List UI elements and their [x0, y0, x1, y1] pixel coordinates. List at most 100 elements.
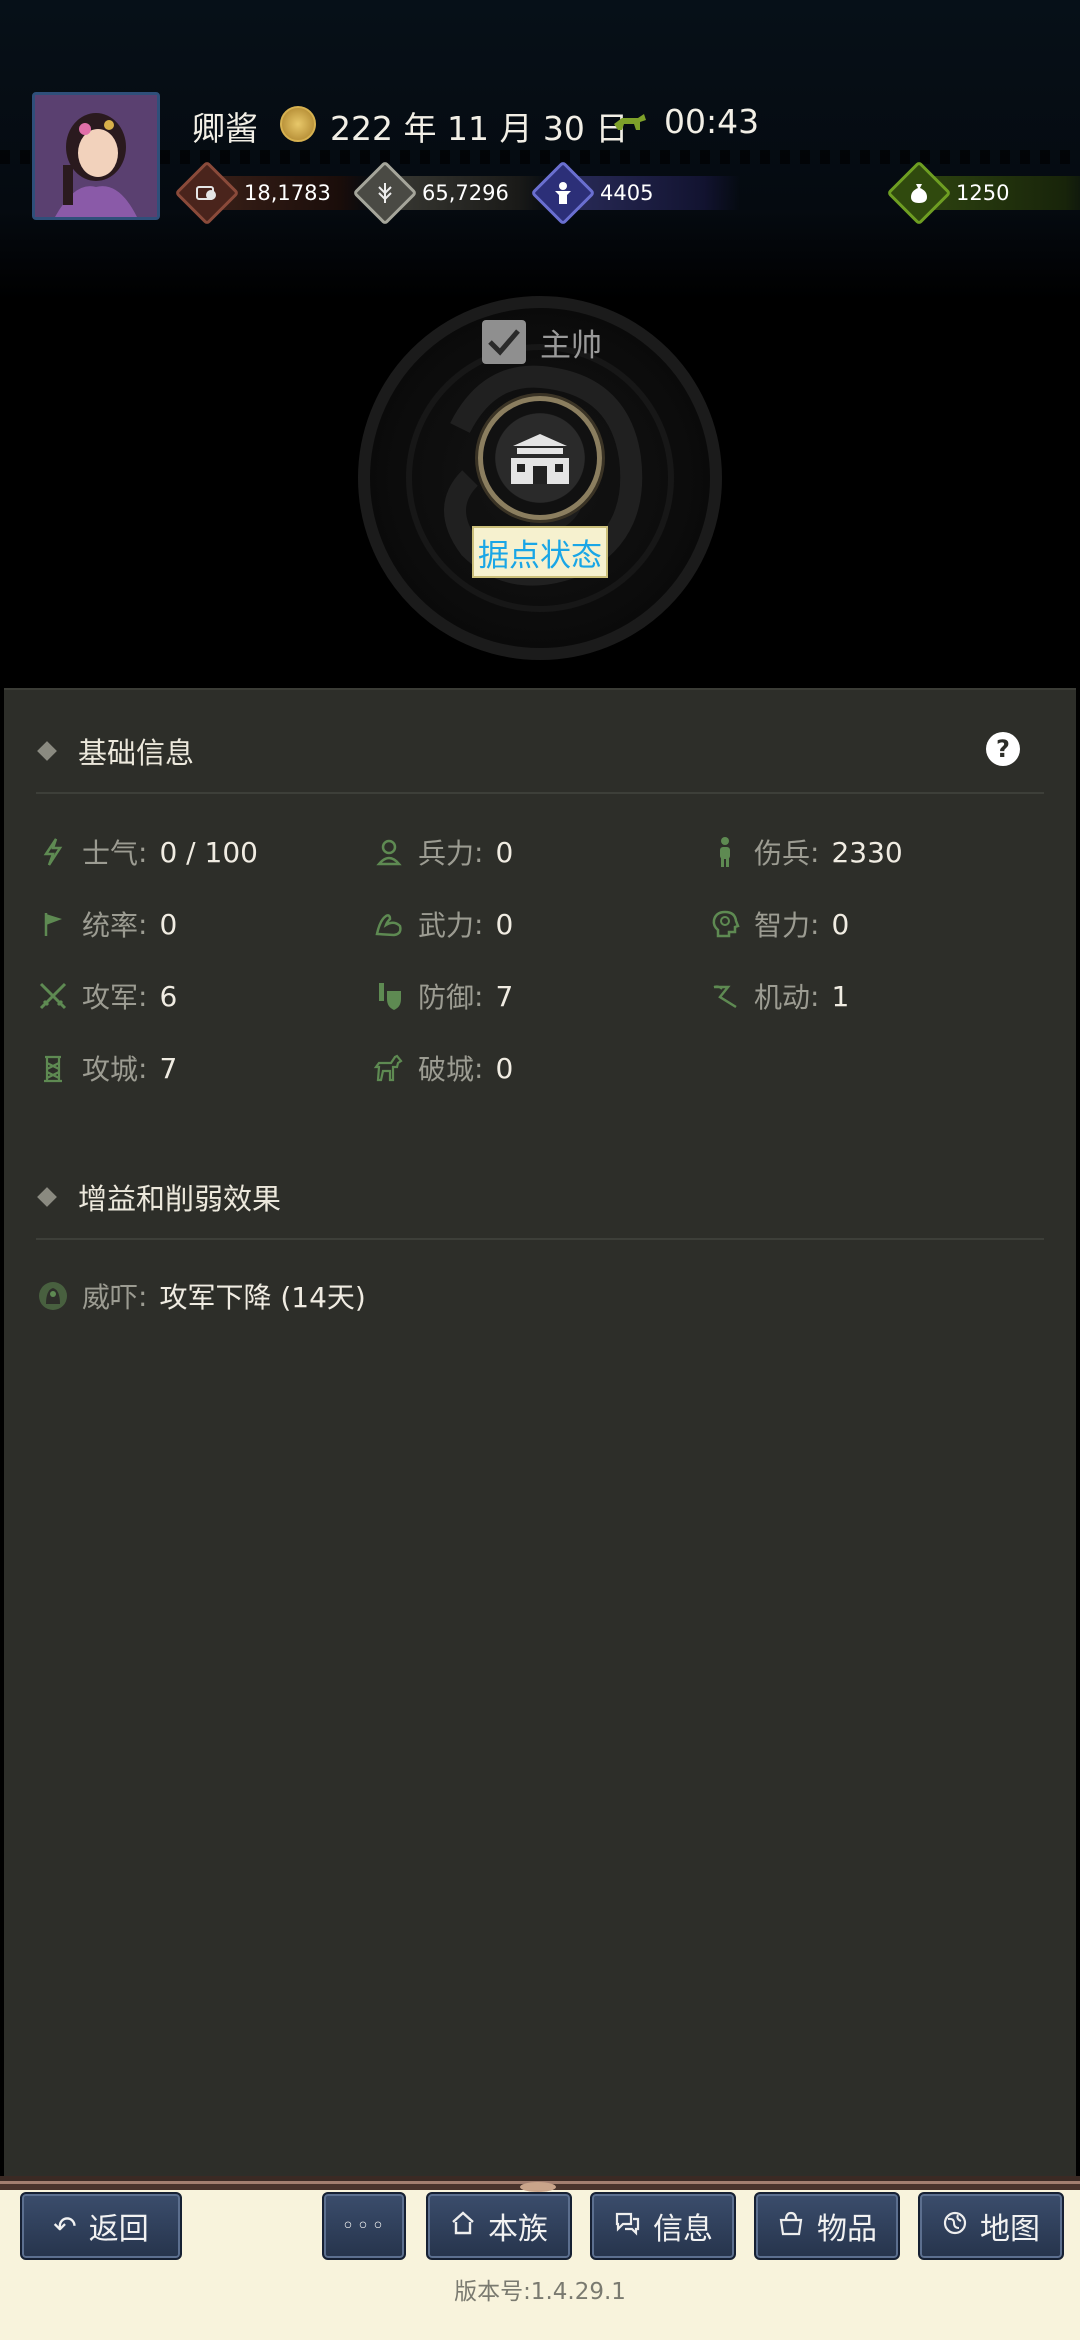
more-button[interactable]: ◦◦◦: [322, 2192, 406, 2260]
effects-title: 增益和削弱效果: [78, 1182, 282, 1216]
game-time: 00:43: [664, 102, 760, 141]
resource-gold[interactable]: 1250: [886, 160, 1080, 226]
player-avatar[interactable]: [32, 92, 160, 220]
diamond-bullet-icon: [37, 741, 57, 761]
stat-colon: :: [138, 1279, 148, 1313]
back-button[interactable]: ↶ 返回: [20, 2192, 182, 2260]
help-icon[interactable]: ?: [986, 732, 1020, 766]
stat-label: 攻军: [82, 981, 139, 1014]
crossed-swords-icon: [36, 979, 70, 1013]
version-label: 版本号:1.4.29.1: [454, 2279, 626, 2305]
stat-label: 防御: [418, 981, 475, 1014]
stat-value: 1: [831, 979, 850, 1013]
stat-morale: 士气: 0 / 100: [36, 832, 258, 872]
stat-label: 破城: [418, 1053, 475, 1086]
resource-gold-value: 1250: [956, 181, 1010, 205]
stat-value: 0: [495, 907, 514, 941]
stat-value: 2330: [831, 835, 903, 869]
clan-button-label: 本族: [488, 2212, 548, 2247]
stat-colon: :: [138, 979, 148, 1013]
stat-breach: 破城: 0: [372, 1048, 513, 1088]
basic-info-title: 基础信息: [78, 736, 195, 770]
stat-value: 6: [159, 979, 178, 1013]
effect-item[interactable]: 威吓: 攻军下降 (14天): [36, 1276, 366, 1316]
info-panel: 基础信息 ? 士气: 0 / 100 兵力: 0 伤兵: 2330 统率: 0 …: [4, 688, 1076, 2178]
command-flag-icon: [36, 907, 70, 941]
commander-checkbox[interactable]: [482, 320, 526, 364]
footer-border: [0, 2176, 1080, 2192]
resource-coins[interactable]: 18,1783: [174, 160, 374, 226]
stat-colon: :: [474, 1051, 484, 1085]
grain-icon: [358, 168, 412, 218]
back-arrow-icon: ↶: [53, 2209, 77, 2243]
resource-grain-value: 65,7296: [422, 181, 509, 205]
stat-colon: :: [810, 979, 820, 1013]
stat-mobility: 机动: 1: [708, 976, 849, 1016]
stat-label: 智力: [754, 909, 811, 942]
troops-icon: [372, 835, 406, 869]
effect-label: 威吓: [82, 1281, 139, 1314]
stat-colon: :: [810, 835, 820, 869]
stat-colon: :: [138, 907, 148, 941]
stat-value: 0: [495, 835, 514, 869]
fort-status-label[interactable]: 据点状态: [472, 526, 608, 578]
money-bag-icon: [892, 168, 946, 218]
intimidate-icon: [36, 1279, 70, 1313]
stat-siege: 攻城: 7: [36, 1048, 177, 1088]
stat-command: 统率: 0: [36, 904, 177, 944]
soldier-icon: [536, 168, 590, 218]
stat-value: 7: [495, 979, 514, 1013]
map-button[interactable]: 地图: [918, 2192, 1064, 2260]
info-button[interactable]: 信息: [590, 2192, 736, 2260]
stat-colon: :: [810, 907, 820, 941]
stat-label: 士气: [82, 837, 139, 870]
chat-bubbles-icon: [613, 2210, 641, 2243]
stat-value: 0 / 100: [159, 835, 258, 869]
section-divider: [36, 792, 1044, 794]
stat-label: 伤兵: [754, 837, 811, 870]
stat-colon: :: [474, 907, 484, 941]
horse-icon: [372, 1051, 406, 1085]
shield-icon: [372, 979, 406, 1013]
siege-tower-icon: [36, 1051, 70, 1085]
globe-icon: [942, 2210, 968, 2243]
resource-coins-value: 18,1783: [244, 181, 331, 205]
basic-info-header: 基础信息: [37, 730, 195, 772]
effect-value: 攻军下降 (14天): [159, 1281, 366, 1314]
mobility-icon: [708, 979, 742, 1013]
info-button-label: 信息: [653, 2212, 713, 2247]
back-button-label: 返回: [88, 2212, 149, 2247]
checkmark-icon: [488, 329, 520, 356]
items-button[interactable]: 物品: [754, 2192, 900, 2260]
resource-grain[interactable]: 65,7296: [352, 160, 552, 226]
gate-fortress-icon: [511, 434, 569, 484]
game-date: 222 年 11 月 30 日: [330, 109, 629, 148]
diamond-bullet-icon: [37, 1187, 57, 1207]
fort-status-button[interactable]: [478, 396, 602, 520]
avatar-portrait-icon: [35, 95, 157, 217]
items-button-label: 物品: [817, 2212, 877, 2247]
stat-colon: :: [138, 1051, 148, 1085]
stat-label: 机动: [754, 981, 811, 1014]
commander-label[interactable]: 主帅: [540, 320, 602, 365]
stat-value: 0: [495, 1051, 514, 1085]
stat-label: 武力: [418, 909, 475, 942]
stat-attack: 攻军: 6: [36, 976, 177, 1016]
effects-header: 增益和削弱效果: [37, 1176, 282, 1218]
stat-value: 0: [831, 907, 850, 941]
items-bag-icon: [777, 2210, 805, 2243]
stat-colon: :: [138, 835, 148, 869]
coin-icon: [180, 168, 234, 218]
stat-strength: 武力: 0: [372, 904, 513, 944]
resource-soldiers[interactable]: 4405: [530, 160, 740, 226]
calendar-icon: [280, 106, 316, 142]
horse-speed-icon[interactable]: [612, 110, 648, 134]
wounded-icon: [708, 835, 742, 869]
top-status-bar: 卿酱 222 年 11 月 30 日 00:43 18,1783 65,7296…: [0, 0, 1080, 300]
resource-soldiers-value: 4405: [600, 181, 654, 205]
clan-button[interactable]: 本族: [426, 2192, 572, 2260]
stat-troops: 兵力: 0: [372, 832, 513, 872]
strength-arm-icon: [372, 907, 406, 941]
morale-icon: [36, 835, 70, 869]
stat-value: 7: [159, 1051, 178, 1085]
